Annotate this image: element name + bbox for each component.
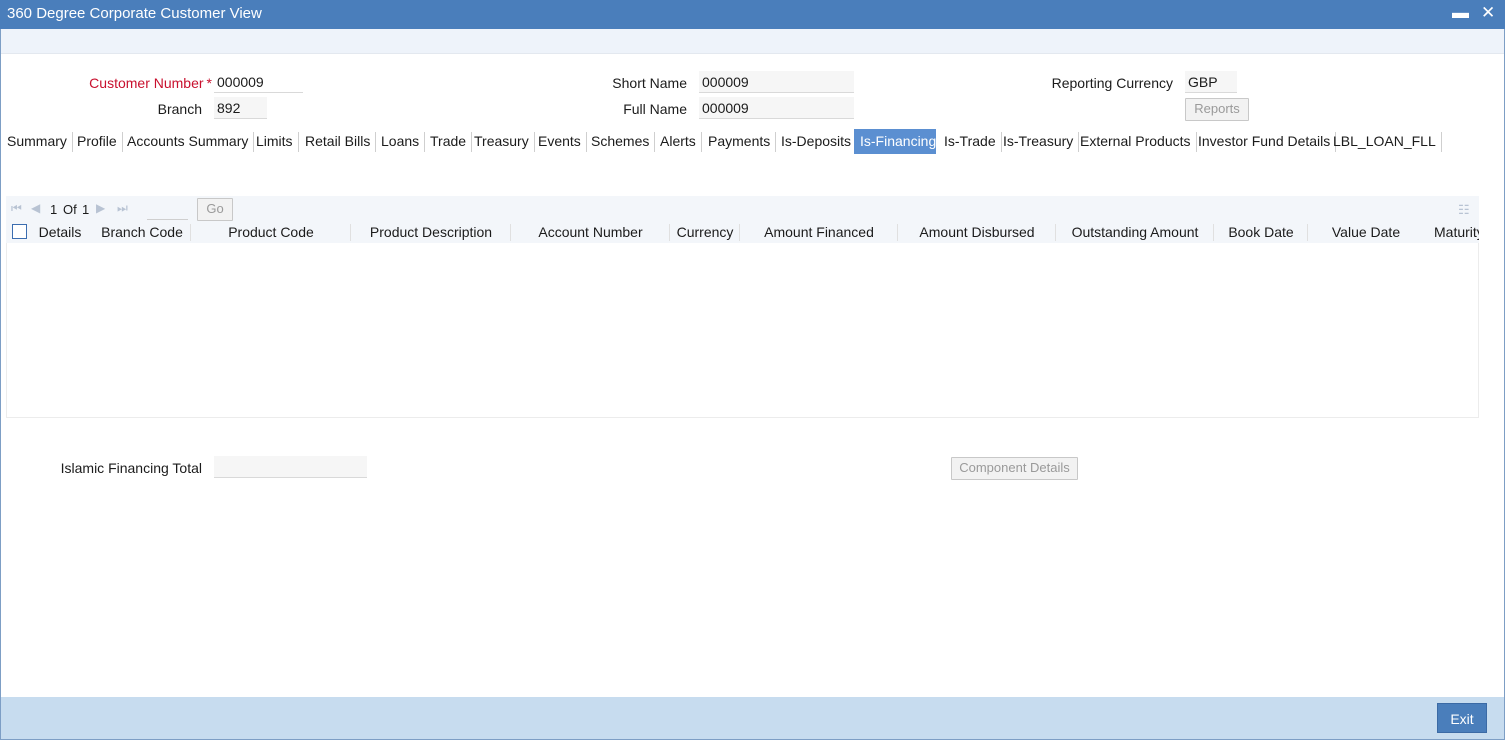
- reports-button[interactable]: Reports: [1185, 98, 1249, 121]
- tab-label: Trade: [430, 133, 467, 149]
- tab-label: Loans: [381, 133, 420, 149]
- close-icon[interactable]: ✕: [1481, 3, 1495, 23]
- tab-loans[interactable]: Loans: [375, 129, 426, 154]
- tab-alerts[interactable]: Alerts: [654, 129, 702, 154]
- column-header[interactable]: Account Number: [511, 222, 670, 243]
- column-header-label: Account Number: [538, 224, 643, 240]
- window-titlebar: 360 Degree Corporate Customer View ▬ ✕: [0, 0, 1505, 29]
- tab-is-treasury[interactable]: Is-Treasury: [997, 129, 1080, 154]
- column-header-label: Product Description: [369, 224, 493, 240]
- column-header-label: Branch Code: [101, 224, 183, 240]
- tab-label: Schemes: [591, 133, 650, 149]
- tab-treasury[interactable]: Treasury: [468, 129, 535, 154]
- tab-label: Treasury: [474, 133, 529, 149]
- column-header[interactable]: Book Date: [1214, 222, 1308, 243]
- next-page-icon[interactable]: ▶: [96, 201, 105, 215]
- total-pages: 1: [82, 202, 90, 217]
- islamic-financing-total-field[interactable]: [214, 456, 367, 478]
- column-header[interactable]: Value Date: [1308, 222, 1424, 243]
- column-header[interactable]: Details: [35, 222, 85, 243]
- tab-events[interactable]: Events: [532, 129, 587, 154]
- exit-button[interactable]: Exit: [1437, 703, 1487, 733]
- tab-lbl-loan-fll[interactable]: LBL_LOAN_FLL: [1327, 129, 1442, 154]
- go-button[interactable]: Go: [197, 198, 233, 221]
- tab-investor-fund-details[interactable]: Investor Fund Details: [1192, 129, 1337, 154]
- customer-number-field[interactable]: 000009: [214, 71, 303, 93]
- column-header-label: Amount Financed: [764, 224, 874, 240]
- page-of-label: Of: [63, 202, 77, 217]
- minimize-icon[interactable]: ▬: [1452, 3, 1469, 23]
- tab-is-deposits[interactable]: Is-Deposits: [775, 129, 858, 154]
- tab-label: Is-Treasury: [1003, 133, 1074, 149]
- tab-is-trade[interactable]: Is-Trade: [938, 129, 1002, 154]
- tab-limits[interactable]: Limits: [250, 129, 299, 154]
- column-header[interactable]: Amount Disbursed: [898, 222, 1056, 243]
- component-details-button[interactable]: Component Details: [951, 457, 1078, 480]
- column-header[interactable]: Currency: [670, 222, 740, 243]
- column-header[interactable]: Branch Code: [93, 222, 191, 243]
- tab-label: Alerts: [660, 133, 696, 149]
- tab-accounts-summary[interactable]: Accounts Summary: [121, 129, 255, 154]
- short-name-label: Short Name: [612, 75, 687, 91]
- tab-label: Events: [538, 133, 581, 149]
- tab-retail-bills[interactable]: Retail Bills: [299, 129, 377, 154]
- column-header-label: Product Code: [228, 224, 314, 240]
- tab-label: Investor Fund Details: [1198, 133, 1331, 149]
- tab-schemes[interactable]: Schemes: [585, 129, 656, 154]
- column-header[interactable]: Maturity: [1427, 222, 1479, 243]
- column-header-label: Value Date: [1331, 224, 1401, 240]
- tab-label: Summary: [7, 133, 67, 149]
- tab-label: Retail Bills: [305, 133, 371, 149]
- grid-header: Details Branch Code Product Code Product…: [6, 222, 1479, 243]
- previous-page-icon[interactable]: ◀: [31, 201, 40, 215]
- column-header-label: Book Date: [1228, 224, 1294, 240]
- column-header[interactable]: Amount Financed: [740, 222, 898, 243]
- current-page: 1: [50, 202, 58, 217]
- footer-bar: [1, 697, 1504, 739]
- short-name-field[interactable]: 000009: [699, 71, 854, 93]
- toolbar-strip: [1, 29, 1504, 54]
- tab-profile[interactable]: Profile: [71, 129, 123, 154]
- islamic-financing-total-label: Islamic Financing Total: [60, 460, 202, 476]
- tab-external-products[interactable]: External Products: [1074, 129, 1197, 154]
- column-settings-icon[interactable]: ☷: [1458, 202, 1470, 218]
- column-header[interactable]: Product Description: [351, 222, 511, 243]
- full-name-field[interactable]: 000009: [699, 97, 854, 119]
- full-name-label: Full Name: [623, 101, 687, 117]
- tab-label: LBL_LOAN_FLL: [1333, 133, 1436, 149]
- tab-label: External Products: [1080, 133, 1191, 149]
- reporting-currency-label: Reporting Currency: [1051, 75, 1173, 91]
- last-page-icon[interactable]: ⏭: [117, 201, 128, 216]
- tab-label: Limits: [256, 133, 293, 149]
- reporting-currency-field[interactable]: GBP: [1185, 71, 1237, 93]
- tab-label: Is-Trade: [944, 133, 996, 149]
- column-header[interactable]: Product Code: [191, 222, 351, 243]
- customer-number-label: Customer Number *: [89, 75, 212, 91]
- tab-label: Is-Financing: [860, 133, 937, 149]
- column-header-label: Amount Disbursed: [919, 224, 1035, 240]
- tab-trade[interactable]: Trade: [424, 129, 473, 154]
- tab-label: Accounts Summary: [127, 133, 249, 149]
- tab-label: Profile: [77, 133, 117, 149]
- window-title: 360 Degree Corporate Customer View: [7, 5, 262, 22]
- column-header-label: Currency: [676, 224, 734, 240]
- select-all-checkbox[interactable]: [12, 224, 27, 239]
- first-page-icon[interactable]: ⏮: [11, 201, 22, 216]
- page-number-input[interactable]: [147, 199, 188, 220]
- branch-field[interactable]: 892: [214, 97, 267, 119]
- column-header-label: Outstanding Amount: [1071, 224, 1199, 240]
- tab-payments[interactable]: Payments: [702, 129, 777, 154]
- branch-label: Branch: [157, 101, 202, 117]
- grid-pager: ⏮ ◀ 1 Of 1 ▶ ⏭ Go ☷: [6, 196, 1479, 222]
- tab-summary[interactable]: Summary: [1, 129, 73, 154]
- tab-label: Is-Deposits: [781, 133, 852, 149]
- tab-is-financing[interactable]: Is-Financing: [854, 129, 936, 154]
- column-header[interactable]: Outstanding Amount: [1056, 222, 1214, 243]
- tab-label: Payments: [708, 133, 771, 149]
